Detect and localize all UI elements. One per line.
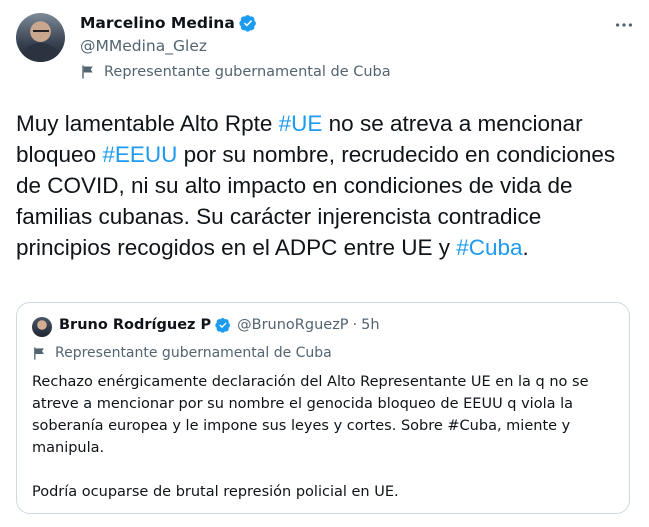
quoted-government-label[interactable]: Representante gubernamental de Cuba	[32, 345, 332, 361]
avatar-glasses	[33, 30, 49, 36]
government-label[interactable]: Representante gubernamental de Cuba	[80, 64, 391, 80]
author-name[interactable]: Marcelino Medina	[80, 14, 235, 32]
separator-dot: ·	[352, 317, 358, 333]
tweet-text-part: Muy lamentable Alto Rpte	[16, 111, 279, 136]
quoted-paragraph: Podría ocuparse de brutal represión poli…	[32, 484, 399, 500]
hashtag-link[interactable]: #EEUU	[102, 142, 177, 167]
government-label-text: Representante gubernamental de Cuba	[104, 64, 391, 80]
quoted-government-label-text: Representante gubernamental de Cuba	[55, 345, 332, 361]
author-name-row: Marcelino Medina	[80, 14, 257, 32]
avatar-shoulders	[22, 43, 59, 62]
quoted-author-avatar[interactable]	[32, 317, 52, 337]
tweet-text-part: .	[522, 235, 529, 260]
quoted-author-name[interactable]: Bruno Rodríguez P	[59, 317, 211, 333]
quoted-timestamp[interactable]: 5h	[361, 317, 379, 333]
author-avatar[interactable]	[16, 13, 65, 62]
quoted-author-handle[interactable]: @BrunoRguezP	[237, 317, 348, 333]
flag-icon	[82, 65, 93, 79]
author-handle[interactable]: @MMedina_Glez	[80, 37, 207, 55]
quoted-tweet-text: Rechazo enérgicamente declaración del Al…	[32, 371, 612, 503]
hashtag-link[interactable]: #UE	[279, 111, 323, 136]
verified-badge-icon	[215, 318, 231, 333]
more-options-icon[interactable]	[613, 14, 635, 36]
verified-badge-icon	[239, 15, 256, 32]
flag-icon	[34, 346, 44, 360]
tweet-text: Muy lamentable Alto Rpte #UE no se atrev…	[16, 108, 636, 263]
hashtag-link[interactable]: #Cuba	[456, 235, 522, 260]
quoted-tweet-card[interactable]: Bruno Rodríguez P @BrunoRguezP · 5h Repr…	[16, 302, 630, 514]
quoted-paragraph: Rechazo enérgicamente declaración del Al…	[32, 374, 589, 456]
quoted-header: Bruno Rodríguez P @BrunoRguezP · 5h	[59, 317, 380, 333]
